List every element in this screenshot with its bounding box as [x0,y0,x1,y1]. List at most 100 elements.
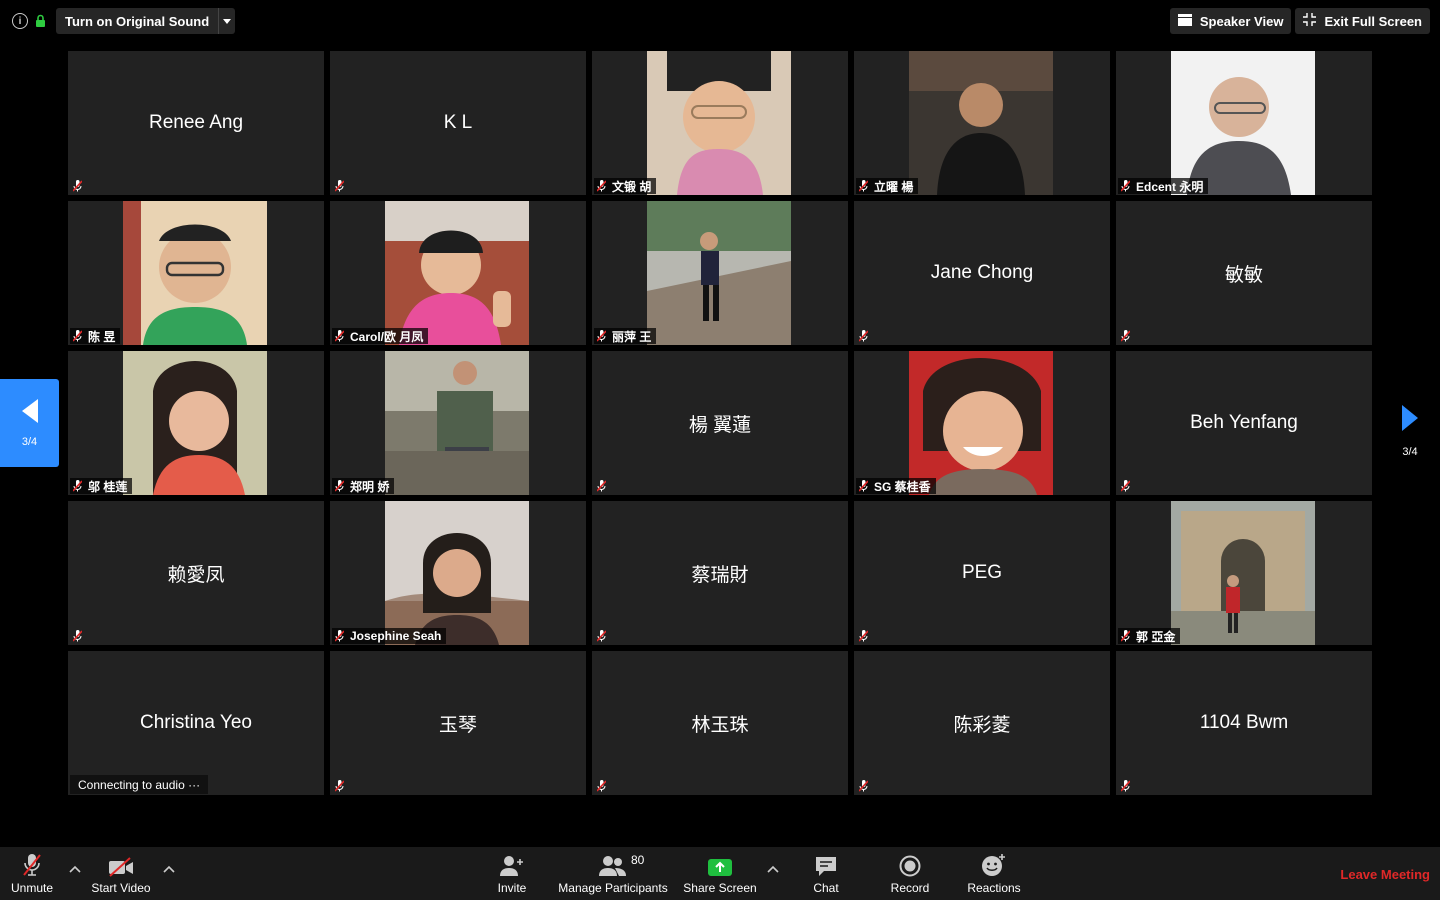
reactions-button[interactable]: Reactions [964,847,1024,900]
participant-name: Carol/欧 月凤 [350,329,424,344]
participant-name: K L [443,112,473,133]
participant-tile[interactable]: Beh Yenfang [1116,351,1372,495]
chat-button[interactable]: Chat [806,847,846,900]
participant-tile[interactable]: 陈彩菱 [854,651,1110,795]
participant-tile[interactable]: K L [330,51,586,195]
unmute-label: Unmute [10,881,54,895]
audio-options-caret-icon[interactable] [68,861,82,875]
exit-fullscreen-button[interactable]: Exit Full Screen [1295,8,1430,34]
participant-tile[interactable]: 林玉珠 [592,651,848,795]
participant-photo [909,351,1053,495]
top-bar: i Turn on Original Sound Speaker View Ex… [0,0,1440,42]
original-sound-label: Turn on Original Sound [65,13,210,29]
participant-tile[interactable]: 玉琴 [330,651,586,795]
muted-mic-icon [858,480,869,492]
participant-tile[interactable]: 郭 亞金 [1116,501,1372,645]
speaker-view-icon [1177,13,1192,29]
participant-name: Edcent 永明 [1136,179,1204,194]
participant-name: PEG [961,562,1003,583]
lock-icon[interactable] [34,14,46,28]
invite-button[interactable]: Invite [490,847,534,900]
video-off-icon [108,847,134,877]
record-button[interactable]: Record [888,847,932,900]
participant-tile[interactable]: 敏敏 [1116,201,1372,345]
participant-nametag [594,778,612,794]
unmute-button[interactable]: Unmute [8,847,56,900]
participant-nametag [1118,778,1136,794]
participant-tile[interactable]: 立曜 楊 [854,51,1110,195]
participant-name: 郭 亞金 [1136,629,1176,644]
participant-name: Renee Ang [148,112,244,133]
participant-tile[interactable]: Renee Ang [68,51,324,195]
chevron-down-icon[interactable] [218,8,235,34]
chat-label: Chat [813,881,839,895]
participants-count: 80 [631,853,645,867]
muted-mic-icon [858,180,869,192]
muted-mic-icon [1120,630,1131,642]
participant-tile[interactable]: Josephine Seah [330,501,586,645]
participant-nametag: Carol/欧 月凤 [332,328,429,344]
page-indicator-left: 3/4 [21,435,38,448]
original-sound-button[interactable]: Turn on Original Sound [56,8,236,34]
participant-nametag [70,178,88,194]
participant-photo [1171,51,1315,195]
video-options-caret-icon[interactable] [162,861,176,875]
info-icon[interactable]: i [12,13,28,29]
page-indicator-right: 3/4 [1402,446,1418,458]
muted-mic-icon [858,780,869,792]
share-screen-button[interactable]: Share Screen [682,847,758,900]
start-video-label: Start Video [91,881,151,895]
participant-tile[interactable]: 邬 桂莲 [68,351,324,495]
participant-nametag [594,478,612,494]
participant-tile[interactable]: Edcent 永明 [1116,51,1372,195]
participant-tile[interactable]: Carol/欧 月凤 [330,201,586,345]
share-screen-label: Share Screen [683,881,757,895]
participant-nametag [1118,328,1136,344]
participant-tile[interactable]: 文锻 胡 [592,51,848,195]
participant-name: Josephine Seah [350,629,442,643]
participant-tile[interactable]: 1104 Bwm [1116,651,1372,795]
next-page-button[interactable]: 3/4 [1390,405,1430,465]
gallery-grid: Renee Ang K L 文锻 胡 立曜 楊 Edcent 永明陈 昱 Carol/欧 … [68,51,1372,795]
participant-name: 陈 昱 [88,329,116,344]
participant-tile[interactable]: 楊 翼蓮 [592,351,848,495]
participant-tile[interactable]: 陈 昱 [68,201,324,345]
record-label: Record [890,881,930,895]
top-left-group: i Turn on Original Sound [12,8,236,34]
participants-icon [599,847,627,877]
participant-photo [385,501,529,645]
participant-nametag [856,328,874,344]
muted-mic-icon [858,330,869,342]
participant-tile[interactable]: 赖愛凤 [68,501,324,645]
manage-participants-button[interactable]: Manage Participants [556,847,670,900]
start-video-button[interactable]: Start Video [88,847,154,900]
participant-tile[interactable]: Jane Chong [854,201,1110,345]
participant-name: 蔡瑞財 [691,564,749,586]
participant-nametag: 郑明 娇 [332,478,395,494]
speaker-view-button[interactable]: Speaker View [1169,8,1292,34]
record-icon [899,847,921,877]
muted-mic-icon [596,480,607,492]
muted-mic-icon [1120,780,1131,792]
participant-nametag: 丽萍 王 [594,328,657,344]
exit-fullscreen-label: Exit Full Screen [1324,13,1422,29]
participant-tile[interactable]: 蔡瑞財 [592,501,848,645]
participant-photo [385,351,529,495]
participant-tile[interactable]: PEG [854,501,1110,645]
participant-tile[interactable]: Christina Yeo Connecting to audio ··· [68,651,324,795]
participant-name: 丽萍 王 [612,329,652,344]
leave-meeting-button[interactable]: Leave Meeting [1340,867,1430,882]
participant-nametag [1118,478,1136,494]
muted-mic-icon [334,480,345,492]
muted-mic-icon [72,480,83,492]
participant-tile[interactable]: 丽萍 王 [592,201,848,345]
muted-mic-icon [334,180,345,192]
share-options-caret-icon[interactable] [766,861,780,875]
participant-nametag: 立曜 楊 [856,178,919,194]
participant-tile[interactable]: SG 蔡桂香 [854,351,1110,495]
participant-photo [647,51,791,195]
participant-name: SG 蔡桂香 [874,479,931,494]
previous-page-button[interactable]: 3/4 [0,379,59,467]
participant-name: 林玉珠 [691,714,749,736]
participant-tile[interactable]: 郑明 娇 [330,351,586,495]
